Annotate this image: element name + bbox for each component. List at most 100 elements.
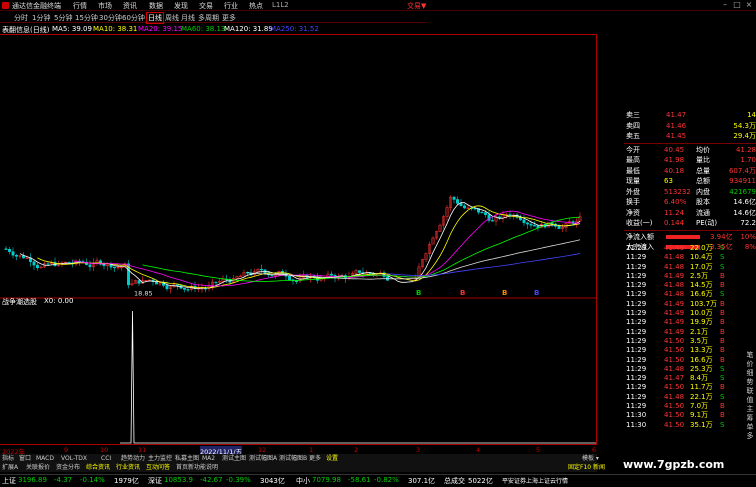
- tick-row: 11:29 41.50 11.7万 B: [624, 383, 756, 392]
- tick-volume: 35.1万: [690, 420, 713, 429]
- kline-chart[interactable]: 38.0036.0034.0032.0030.0028.0026.0024.00…: [0, 35, 624, 448]
- side-tab[interactable]: 势: [744, 378, 756, 387]
- tick-flag: B: [720, 271, 725, 280]
- indicator-tab[interactable]: MA2: [202, 454, 215, 463]
- side-tabs[interactable]: 笔价细势联值主筹单多: [744, 351, 756, 441]
- info-tab[interactable]: 互动问答: [146, 463, 170, 472]
- info-tab[interactable]: 关联报价: [26, 463, 50, 472]
- tick-row: 11:29 41.49 2.5万 B: [624, 272, 756, 281]
- signal-tag: B: [534, 289, 539, 297]
- menu-item[interactable]: 交易: [199, 1, 213, 11]
- indicator-tab[interactable]: 私募主图: [175, 454, 199, 463]
- kline-candle: [134, 279, 137, 284]
- kline-candle: [519, 214, 522, 221]
- kline-candle: [169, 284, 172, 294]
- period-tab-active[interactable]: 日线: [146, 12, 164, 24]
- indicator-tab[interactable]: 设置: [326, 454, 338, 463]
- period-tab[interactable]: 更多: [222, 13, 236, 23]
- side-tab[interactable]: 价: [744, 360, 756, 369]
- period-tab[interactable]: 15分钟: [75, 13, 98, 23]
- menu-item[interactable]: 市场: [98, 1, 112, 11]
- menu-item[interactable]: 数据: [149, 1, 163, 11]
- index-name[interactable]: 中小: [296, 476, 310, 486]
- period-tab[interactable]: 1分钟: [32, 13, 50, 23]
- win-maximize-icon[interactable]: □: [731, 0, 743, 10]
- indicator-tab[interactable]: MACD: [36, 454, 54, 463]
- tick-list[interactable]: 11:29 41.49 22.0万 S 11:29 41.48 10.4万 S 11:29 41.…: [624, 244, 756, 430]
- kline-candle: [557, 223, 561, 229]
- side-tab[interactable]: 筹: [744, 414, 756, 423]
- info-tab[interactable]: 综合资讯: [86, 463, 110, 472]
- tick-time: 11:29: [626, 262, 647, 271]
- tick-flag: S: [720, 420, 725, 429]
- indicator-tab[interactable]: 更多: [309, 454, 321, 463]
- side-tab[interactable]: 多: [744, 432, 756, 441]
- tick-time: 11:29: [626, 336, 647, 345]
- period-tab[interactable]: 多周期: [198, 13, 219, 23]
- index-name[interactable]: 上证: [2, 476, 16, 486]
- indicator-tab[interactable]: 测试主图: [222, 454, 246, 463]
- period-tab[interactable]: 30分钟: [99, 13, 122, 23]
- tick-volume: 14.5万: [690, 281, 713, 290]
- menu-item[interactable]: 发现: [174, 1, 188, 11]
- kline-candle: [421, 258, 424, 269]
- side-tab[interactable]: 细: [744, 369, 756, 378]
- order-book-vol: 14: [747, 111, 756, 119]
- menu-item[interactable]: 热点: [249, 1, 263, 11]
- kline-candle: [95, 257, 99, 266]
- win-close-icon[interactable]: ×: [743, 0, 755, 10]
- quote-info-row: 外盘 513232 内盘 421679: [624, 187, 756, 198]
- menu-item[interactable]: 行业: [224, 1, 238, 11]
- kline-candle: [151, 278, 155, 286]
- side-tab[interactable]: 联: [744, 387, 756, 396]
- kline-candle: [18, 255, 22, 259]
- menu-item[interactable]: 资讯: [123, 1, 137, 11]
- side-tab[interactable]: 值: [744, 396, 756, 405]
- chart-area[interactable]: 38.0036.0034.0032.0030.0028.0026.0024.00…: [0, 34, 624, 448]
- kline-candle: [347, 271, 351, 281]
- info-tab[interactable]: 扩展A: [2, 463, 18, 472]
- tick-time: 11:29: [626, 271, 647, 280]
- menu-item[interactable]: L1L2: [272, 1, 289, 9]
- quote-label: PE(动): [696, 219, 718, 227]
- quote-value: 421679: [729, 187, 756, 196]
- win-minimize-icon[interactable]: –: [719, 0, 731, 10]
- index-name[interactable]: 深证: [148, 476, 162, 486]
- period-tab[interactable]: 5分钟: [54, 13, 72, 23]
- indicator-tab[interactable]: 趋势动力: [121, 454, 145, 463]
- period-tab[interactable]: 60分钟: [122, 13, 145, 23]
- info-tab[interactable]: 资金分布: [56, 463, 80, 472]
- info-tab[interactable]: 行业资讯: [116, 463, 140, 472]
- period-tab[interactable]: 周线: [165, 13, 179, 23]
- tick-price: 41.49: [664, 244, 685, 252]
- indicator-tab[interactable]: 指标: [2, 454, 14, 463]
- menu-item[interactable]: 行情: [73, 1, 87, 11]
- signal-spike: [120, 310, 596, 444]
- info-tab[interactable]: 首页新功能说明: [176, 463, 218, 472]
- server-status[interactable]: 平安证券上海上证云行情: [502, 476, 568, 485]
- date-axis-label: 4: [476, 446, 481, 454]
- indicator-tab[interactable]: 测试幅图A: [249, 454, 277, 463]
- period-tab[interactable]: 分时: [14, 13, 28, 23]
- tick-time: 11:29: [626, 309, 647, 318]
- date-axis: 2022年 9 10 11 2022/11/1/五 12 1 2 3 4 5 6: [0, 444, 597, 456]
- trade-menu[interactable]: 交易▼: [407, 1, 426, 11]
- indicator-tab[interactable]: 窗口: [19, 454, 31, 463]
- template-menu[interactable]: 模板 ▾: [582, 454, 599, 463]
- kline-candle: [232, 274, 235, 284]
- f10-news-tab[interactable]: 固定F10 新闻: [568, 463, 605, 472]
- indicator-tab[interactable]: 主力监控: [148, 454, 172, 463]
- side-tab[interactable]: 笔: [744, 351, 756, 360]
- side-tab[interactable]: 单: [744, 423, 756, 432]
- side-tab[interactable]: 主: [744, 405, 756, 414]
- indicator-tab[interactable]: 测试幅图B: [279, 454, 307, 463]
- quote-value: 41.98: [664, 156, 685, 164]
- tick-price: 41.50: [664, 402, 685, 411]
- indicator-tab[interactable]: VOL-TDX: [61, 454, 87, 463]
- tick-flag: B: [720, 402, 725, 411]
- indicator-tab[interactable]: CCI: [101, 454, 111, 463]
- period-tab[interactable]: 月线: [181, 13, 195, 23]
- tick-time: 11:29: [626, 402, 647, 411]
- tick-volume: 2.1万: [690, 327, 709, 336]
- index-name[interactable]: 总成交: [444, 476, 465, 486]
